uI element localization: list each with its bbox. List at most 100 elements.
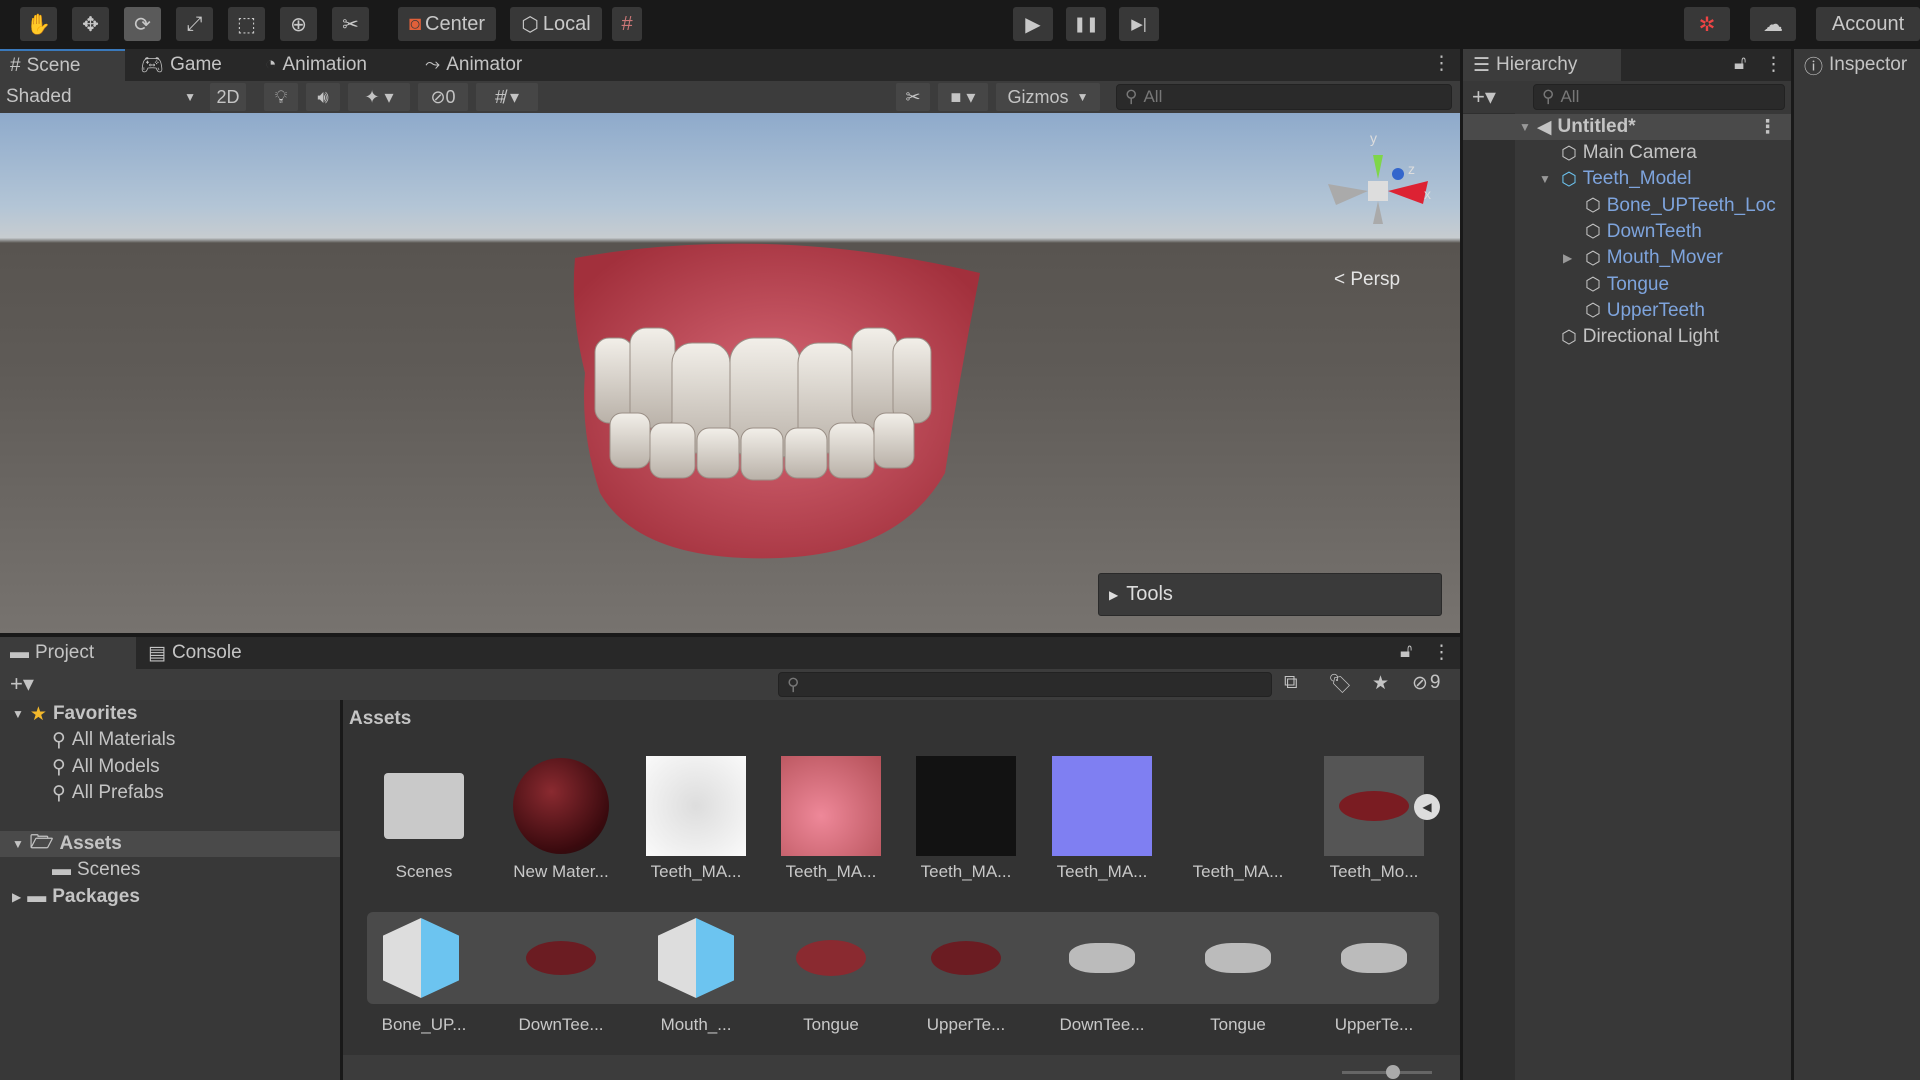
asset-label[interactable]: DownTee... <box>493 1015 629 1035</box>
hidden-objects-toggle[interactable]: ⊘ 0 <box>418 83 468 111</box>
asset-label[interactable]: Bone_UP... <box>356 1015 492 1035</box>
tools-overlay[interactable]: ▶ Tools <box>1098 573 1442 616</box>
filter-by-label-button[interactable]: 🏷︎ <box>1328 672 1352 696</box>
asset-texture-thumbnail[interactable] <box>646 756 746 856</box>
scene-more-icon[interactable]: ⋮ <box>1758 116 1777 139</box>
create-dropdown[interactable]: +▾ <box>1472 84 1496 110</box>
asset-material-thumbnail[interactable] <box>511 756 611 856</box>
pivot-local-button[interactable]: ⬡ Local <box>510 7 602 41</box>
breadcrumb[interactable]: Assets <box>349 708 411 730</box>
hand-tool-button[interactable]: ✋ <box>20 7 57 41</box>
scale-tool-button[interactable]: ⤢ <box>176 7 213 41</box>
projection-label[interactable]: < Persp <box>1334 269 1400 291</box>
tab-project[interactable]: ▬ Project <box>0 637 136 669</box>
hierarchy-search-input[interactable]: ⚲ All <box>1533 84 1785 110</box>
scene-more-menu[interactable]: ⋮ <box>1432 52 1451 75</box>
tree-assets[interactable]: ▼ 🗁︎ Assets <box>0 831 340 857</box>
asset-label[interactable]: Teeth_MA... <box>763 862 899 882</box>
project-search-input[interactable]: ⚲ <box>778 672 1272 697</box>
cloud-icon[interactable]: ☁ <box>1750 7 1796 41</box>
tree-favorites[interactable]: ▼ ★ Favorites <box>12 701 137 727</box>
asset-folder-thumbnail[interactable] <box>374 756 474 856</box>
asset-label[interactable]: Teeth_MA... <box>898 862 1034 882</box>
tree-all-prefabs[interactable]: ⚲ All Prefabs <box>52 780 164 806</box>
gizmos-dropdown[interactable]: Gizmos ▼ <box>996 83 1100 111</box>
scene-viewport[interactable]: y z x < Persp ▶ Tools <box>0 113 1460 633</box>
hierarchy-item[interactable]: ⬡ Main Camera <box>1561 140 1791 166</box>
tree-scenes[interactable]: ▬ Scenes <box>52 857 140 883</box>
lighting-toggle[interactable]: 💡︎ <box>264 83 298 111</box>
asset-label[interactable]: UpperTe... <box>1306 1015 1442 1035</box>
effects-dropdown[interactable]: ✦ ▾ <box>348 83 410 111</box>
asset-texture-thumbnail[interactable] <box>1188 756 1288 856</box>
orientation-gizmo[interactable]: y z x <box>1328 129 1433 245</box>
slider-handle[interactable] <box>1386 1065 1400 1079</box>
tree-all-materials[interactable]: ⚲ All Materials <box>52 727 175 753</box>
collapse-arrow-icon[interactable]: ▶ <box>1563 251 1572 265</box>
asset-mesh-thumbnail[interactable] <box>916 908 1016 1008</box>
tab-inspector[interactable]: ⓘ Inspector <box>1794 49 1918 81</box>
asset-label[interactable]: UpperTe... <box>898 1015 1034 1035</box>
tab-hierarchy[interactable]: ☰ Hierarchy <box>1463 49 1621 81</box>
favorite-button[interactable]: ★ <box>1372 672 1389 695</box>
project-create-dropdown[interactable]: +▾ <box>10 671 34 697</box>
hierarchy-more-menu[interactable]: ⋮ <box>1764 53 1783 76</box>
asset-mesh-thumbnail[interactable] <box>1052 908 1152 1008</box>
pivot-center-button[interactable]: ◙ Center <box>398 7 496 41</box>
hierarchy-item[interactable]: ⬡ Tongue <box>1585 272 1791 298</box>
asset-label[interactable]: Scenes <box>356 862 492 882</box>
asset-label[interactable]: Tongue <box>763 1015 899 1035</box>
hidden-packages-toggle[interactable]: ⊘ 9 <box>1412 672 1441 695</box>
tab-console[interactable]: ▤ Console <box>138 637 252 669</box>
tab-game[interactable]: 🎮︎ Game <box>130 49 232 81</box>
grid-dropdown[interactable]: #̸ ▾ <box>476 83 538 111</box>
thumbnail-size-slider[interactable] <box>1342 1065 1432 1079</box>
lock-icon[interactable]: 🔓︎ <box>1734 53 1746 75</box>
asset-model-thumbnail[interactable] <box>1324 756 1424 856</box>
teeth-model[interactable] <box>0 113 1460 633</box>
asset-label[interactable]: New Mater... <box>493 862 629 882</box>
hierarchy-item[interactable]: ⬡ DownTeeth <box>1585 219 1791 245</box>
asset-label[interactable]: Teeth_MA... <box>1034 862 1170 882</box>
shading-mode-dropdown[interactable]: Shaded ▼ <box>6 83 196 111</box>
step-button[interactable]: ▶| <box>1119 7 1159 41</box>
play-button[interactable]: ▶ <box>1013 7 1053 41</box>
rect-tool-button[interactable]: ⬚ <box>228 7 265 41</box>
collapse-prefab-button[interactable]: ◀ <box>1414 794 1440 820</box>
project-more-menu[interactable]: ⋮ <box>1432 641 1451 664</box>
hierarchy-item[interactable]: ⬡ Bone_UPTeeth_Loc <box>1585 193 1791 219</box>
asset-label[interactable]: DownTee... <box>1034 1015 1170 1035</box>
tab-animator[interactable]: ⤳ Animator <box>415 49 532 81</box>
move-tool-button[interactable]: ✥ <box>72 7 109 41</box>
transform-tool-button[interactable]: ⊕ <box>280 7 317 41</box>
audio-toggle[interactable]: 🔊︎ <box>306 83 340 111</box>
asset-texture-thumbnail[interactable] <box>1052 756 1152 856</box>
hierarchy-item[interactable]: ⬡ Directional Light <box>1561 324 1791 350</box>
asset-texture-thumbnail[interactable] <box>916 756 1016 856</box>
asset-label[interactable]: Mouth_... <box>628 1015 764 1035</box>
tree-all-models[interactable]: ⚲ All Models <box>52 754 160 780</box>
asset-label[interactable]: Teeth_MA... <box>1170 862 1306 882</box>
rotate-tool-button[interactable]: ⟳ <box>124 7 161 41</box>
asset-label[interactable]: Tongue <box>1170 1015 1306 1035</box>
hierarchy-item[interactable]: ⬡ UpperTeeth <box>1585 298 1791 324</box>
scene-root-row[interactable]: ▼ ◀︎ Untitled* ⋮ <box>1463 114 1791 140</box>
asset-label[interactable]: Teeth_Mo... <box>1306 862 1442 882</box>
asset-prefab-thumbnail[interactable] <box>371 908 471 1008</box>
filter-by-type-button[interactable]: ⧉ <box>1284 672 1298 694</box>
custom-tool-button[interactable]: ✂ <box>332 7 369 41</box>
asset-label[interactable]: Teeth_MA... <box>628 862 764 882</box>
camera-dropdown[interactable]: ■ ▾ <box>938 83 988 111</box>
pause-button[interactable]: ❚❚ <box>1066 7 1106 41</box>
asset-mesh-thumbnail[interactable] <box>1188 908 1288 1008</box>
snap-grid-button[interactable]: # <box>612 7 642 41</box>
asset-texture-thumbnail[interactable] <box>781 756 881 856</box>
tree-packages[interactable]: ▶ ▬ Packages <box>12 884 140 910</box>
hierarchy-item[interactable]: ▼ ⬡ Teeth_Model <box>1539 166 1791 192</box>
asset-prefab-thumbnail[interactable] <box>646 908 746 1008</box>
expand-arrow-icon[interactable]: ▼ <box>1539 172 1551 186</box>
project-lock-icon[interactable]: 🔓︎ <box>1400 641 1412 663</box>
hierarchy-item[interactable]: ▶ ⬡ Mouth_Mover <box>1563 245 1791 271</box>
account-button[interactable]: Account <box>1816 7 1920 41</box>
tab-animation[interactable]: ◔ Animation <box>255 49 377 81</box>
